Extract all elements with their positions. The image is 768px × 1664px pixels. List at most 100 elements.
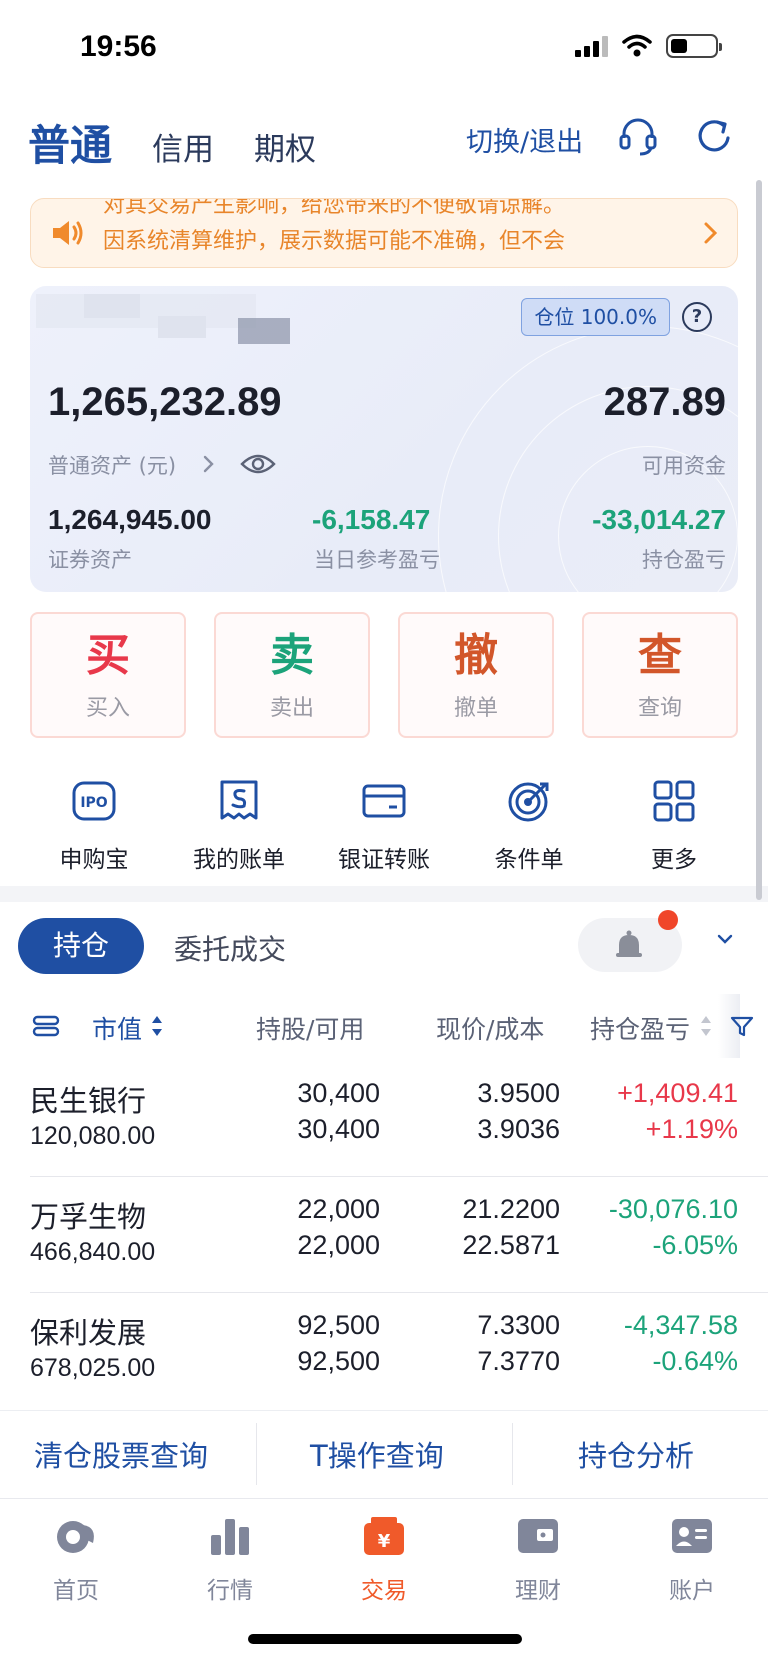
sort-icon[interactable] xyxy=(700,1014,712,1038)
stock-pnl: +1,409.41 xyxy=(617,1078,738,1108)
tabbar-home[interactable]: 首页 xyxy=(16,1513,136,1605)
home-icon xyxy=(57,1521,94,1553)
stock-cost: 22.5871 xyxy=(462,1230,560,1260)
available-funds-label: 可用资金 xyxy=(642,454,726,478)
quick-bill[interactable]: 我的账单 xyxy=(169,778,309,874)
quick-more[interactable]: 更多 xyxy=(604,778,744,874)
stock-pnl-pct: -0.64% xyxy=(652,1346,738,1376)
tabbar-wealth-label: 理财 xyxy=(515,1578,561,1604)
trade-icon: ¥ xyxy=(364,1517,404,1555)
status-icons xyxy=(575,34,722,58)
switch-exit-link[interactable]: 切换/退出 xyxy=(466,120,583,159)
query-glyph: 查 xyxy=(638,630,682,681)
chevron-down-icon[interactable] xyxy=(716,930,734,948)
refresh-icon[interactable] xyxy=(692,114,736,158)
sell-button[interactable]: 卖 卖出 xyxy=(214,612,370,738)
position-pnl-label: 持仓盈亏 xyxy=(642,548,726,572)
position-pnl-value: -33,014.27 xyxy=(592,504,726,535)
table-row[interactable]: 万孚生物 466,840.00 22,000 22,000 21.2200 22… xyxy=(0,1188,768,1304)
stock-pnl-pct: +1.19% xyxy=(645,1114,738,1144)
tab-credit[interactable]: 信用 xyxy=(152,124,214,169)
tab-normal[interactable]: 普通 xyxy=(28,112,112,173)
tabbar-home-label: 首页 xyxy=(53,1578,99,1604)
target-icon xyxy=(508,782,549,822)
position-analysis-link[interactable]: 持仓分析 xyxy=(578,1433,694,1475)
quick-conditional-order[interactable]: 条件单 xyxy=(459,778,599,874)
home-indicator[interactable] xyxy=(248,1634,522,1644)
stock-market-value: 466,840.00 xyxy=(30,1238,156,1266)
cleared-stocks-link[interactable]: 清仓股票查询 xyxy=(34,1433,208,1475)
card-icon xyxy=(362,784,406,818)
id-card-icon xyxy=(672,1519,712,1553)
svg-text:IPO: IPO xyxy=(80,795,107,811)
bell-icon xyxy=(616,930,642,957)
scrollbar[interactable] xyxy=(756,180,762,900)
stock-name: 保利发展 xyxy=(30,1316,147,1350)
notification-dot xyxy=(658,910,678,930)
help-icon[interactable]: ? xyxy=(682,302,712,332)
tabbar-trade-label: 交易 xyxy=(361,1578,407,1604)
eye-icon[interactable] xyxy=(240,450,276,478)
securities-assets-value: 1,264,945.00 xyxy=(48,504,212,535)
securities-assets-label: 证券资产 xyxy=(48,548,132,572)
ipo-icon: IPO xyxy=(72,781,116,821)
tabbar-market[interactable]: 行情 xyxy=(170,1513,290,1605)
stock-market-value: 678,025.00 xyxy=(30,1354,156,1382)
sort-icon[interactable] xyxy=(150,1014,164,1038)
section-divider xyxy=(0,886,768,902)
quick-transfer[interactable]: 银证转账 xyxy=(314,778,454,874)
stock-shares: 30,400 xyxy=(297,1078,380,1108)
tabbar-wealth[interactable]: 理财 xyxy=(478,1513,598,1605)
notice-text-line2: 因系统清算维护，展示数据可能不准确，但不会 xyxy=(103,229,566,254)
chevron-right-icon[interactable] xyxy=(202,454,216,474)
stock-price: 7.3300 xyxy=(477,1310,560,1340)
sell-label: 卖出 xyxy=(269,696,314,721)
quick-more-label: 更多 xyxy=(651,847,697,873)
filter-icon[interactable] xyxy=(730,1014,754,1038)
quick-transfer-label: 银证转账 xyxy=(338,847,430,873)
cancel-label: 撤单 xyxy=(453,696,498,721)
wifi-icon xyxy=(622,34,652,57)
headset-icon[interactable] xyxy=(616,114,660,158)
cancel-glyph: 撤 xyxy=(454,630,498,681)
notice-bar[interactable]: 对其交易产生影响，给您带来的不便敬请谅解。 因系统清算维护，展示数据可能不准确，… xyxy=(30,198,738,268)
header-price-cost: 现价/成本 xyxy=(436,1015,545,1044)
stock-pnl: -4,347.58 xyxy=(623,1310,738,1340)
table-row[interactable]: 保利发展 678,025.00 92,500 92,500 7.3300 7.3… xyxy=(0,1304,768,1408)
asset-card: 仓位 100.0% ? 1,265,232.89 287.89 普通资产 (元)… xyxy=(30,286,738,592)
t-operation-link[interactable]: T操作查询 xyxy=(310,1433,444,1475)
total-assets-label[interactable]: 普通资产 (元) xyxy=(48,450,176,480)
quick-ipo[interactable]: IPO 申购宝 xyxy=(24,778,164,874)
buy-glyph: 买 xyxy=(86,630,130,681)
stock-available: 22,000 xyxy=(297,1230,380,1260)
query-label: 查询 xyxy=(637,696,682,721)
stock-cost: 3.9036 xyxy=(477,1114,560,1144)
speaker-icon xyxy=(53,221,83,245)
stock-name: 万孚生物 xyxy=(30,1200,147,1234)
tabbar-account[interactable]: 账户 xyxy=(632,1513,752,1605)
grid-icon xyxy=(653,780,695,822)
stock-market-value: 120,080.00 xyxy=(30,1122,156,1150)
position-ratio-badge: 仓位 100.0% xyxy=(521,298,670,336)
tab-positions[interactable]: 持仓 xyxy=(18,918,144,974)
list-toggle-icon[interactable] xyxy=(32,1012,60,1040)
stock-cost: 7.3770 xyxy=(477,1346,560,1376)
query-button[interactable]: 查 查询 xyxy=(582,612,738,738)
stock-shares: 92,500 xyxy=(297,1310,380,1340)
tab-orders-trades[interactable]: 委托成交 xyxy=(174,928,286,968)
buy-label: 买入 xyxy=(85,696,130,721)
tabbar-trade[interactable]: ¥ 交易 xyxy=(324,1513,444,1605)
row-divider xyxy=(30,1292,768,1293)
header-position-pnl[interactable]: 持仓盈亏 xyxy=(590,1010,690,1046)
stock-available: 92,500 xyxy=(297,1346,380,1376)
header-market-value[interactable]: 市值 xyxy=(92,1010,142,1046)
table-row[interactable]: 民生银行 120,080.00 30,400 30,400 3.9500 3.9… xyxy=(0,1072,768,1188)
cancel-order-button[interactable]: 撤 撤单 xyxy=(398,612,554,738)
bill-icon xyxy=(220,780,258,820)
notice-text-line1: 对其交易产生影响，给您带来的不便敬请谅解。 xyxy=(103,198,566,218)
tab-options[interactable]: 期权 xyxy=(254,124,316,169)
quick-conditional-order-label: 条件单 xyxy=(494,847,564,873)
account-id-masked xyxy=(36,294,256,328)
sell-glyph: 卖 xyxy=(270,630,314,681)
buy-button[interactable]: 买 买入 xyxy=(30,612,186,738)
